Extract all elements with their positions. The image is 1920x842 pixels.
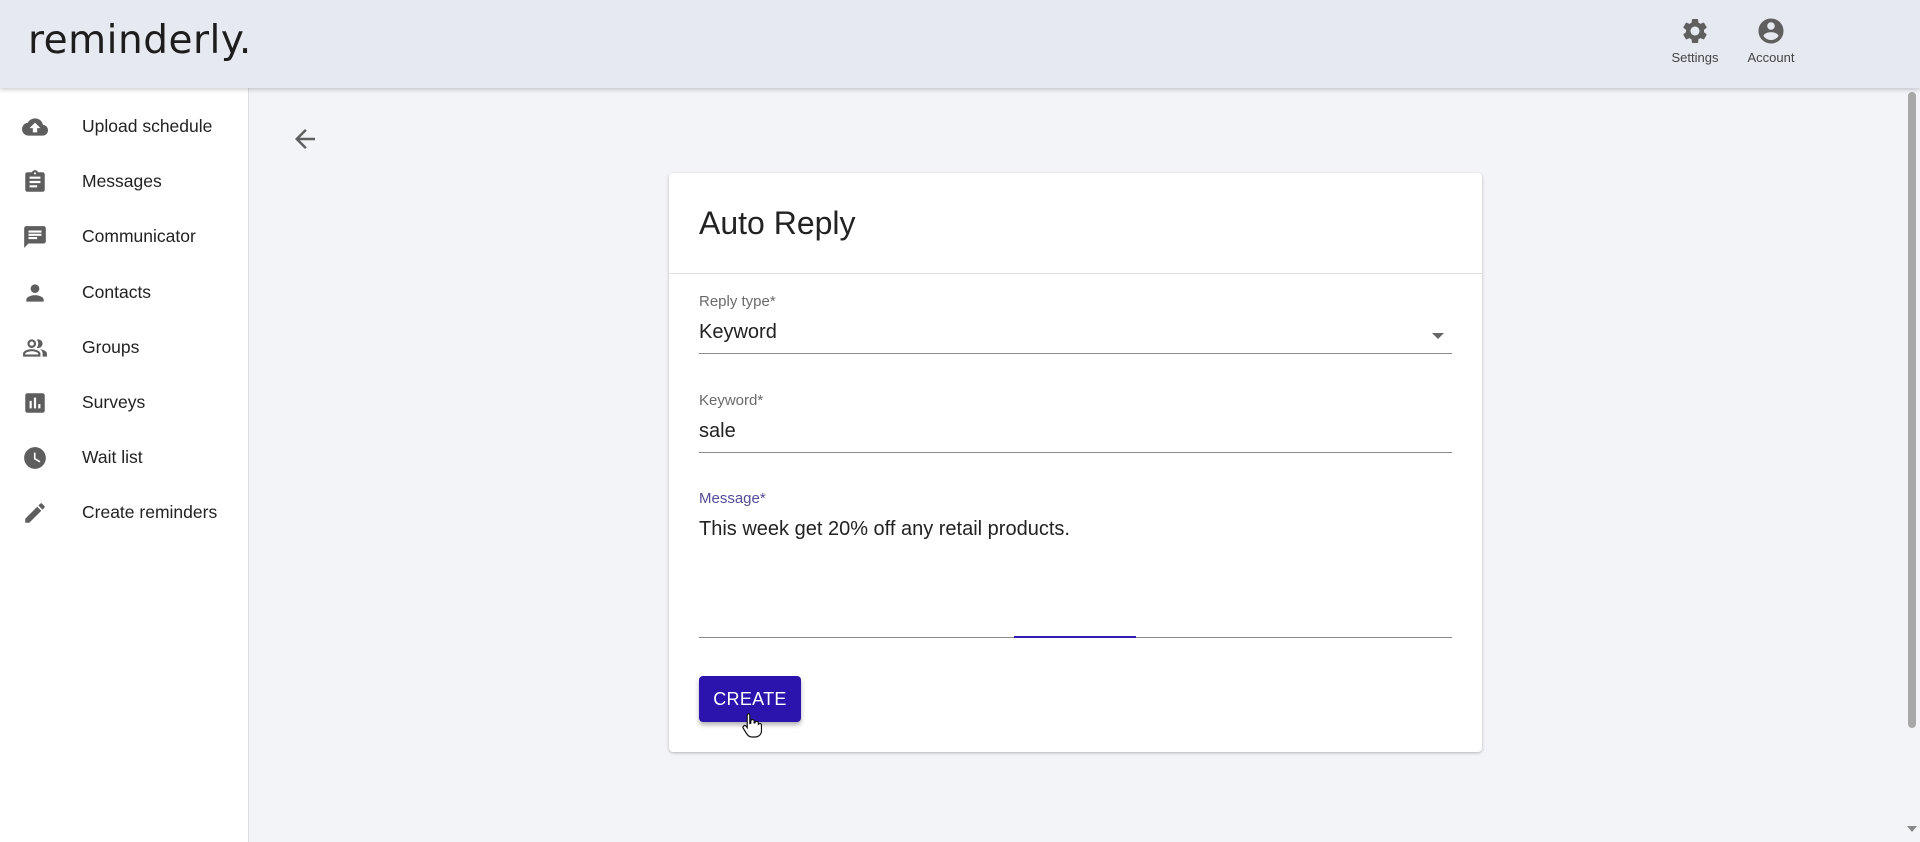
sidebar-item-messages[interactable]: Messages — [0, 154, 248, 209]
keyword-underline — [699, 452, 1452, 453]
arrow-back-icon — [295, 129, 315, 149]
sidebar-item-create-reminders[interactable]: Create reminders — [0, 485, 248, 540]
message-textarea[interactable]: This week get 20% off any retail product… — [699, 518, 1452, 633]
sidebar-item-label: Wait list — [82, 447, 143, 467]
people-icon — [23, 338, 47, 357]
page-title: Auto Reply — [699, 205, 856, 241]
sidebar-item-label: Contacts — [82, 282, 152, 302]
app-header: reminderly. Settings Account — [0, 0, 1920, 88]
sidebar-item-label: Upload schedule — [82, 116, 213, 136]
scroll-down-arrow-icon[interactable] — [1907, 826, 1917, 832]
back-button[interactable] — [290, 124, 320, 154]
sidebar-item-groups[interactable]: Groups — [0, 320, 248, 375]
cloud-upload-icon — [22, 117, 48, 136]
settings-button[interactable]: Settings — [1660, 16, 1730, 65]
sidebar: Upload schedule Messages Communicator Co… — [0, 88, 249, 842]
reply-type-label: Reply type* — [699, 293, 776, 310]
sidebar-item-label: Groups — [82, 337, 140, 357]
sidebar-item-label: Communicator — [82, 226, 196, 246]
reply-type-select[interactable]: Keyword — [699, 321, 1452, 351]
keyword-label: Keyword* — [699, 392, 764, 409]
sidebar-item-label: Surveys — [82, 392, 146, 412]
account-circle-icon — [1758, 18, 1784, 44]
sidebar-item-communicator[interactable]: Communicator — [0, 209, 248, 264]
clock-icon — [24, 446, 46, 469]
auto-reply-card: Auto Reply Reply type* Keyword Keyword* … — [669, 173, 1482, 752]
dropdown-caret-icon[interactable] — [1432, 333, 1444, 339]
sidebar-item-upload-schedule[interactable]: Upload schedule — [0, 99, 248, 154]
card-divider — [669, 273, 1482, 274]
reply-type-underline — [699, 353, 1452, 354]
message-label: Message* — [699, 490, 766, 507]
message-focus-indicator — [1014, 636, 1136, 638]
scrollbar-thumb[interactable] — [1908, 92, 1916, 728]
app-logo[interactable]: reminderly. — [28, 18, 252, 63]
page-scrollbar[interactable] — [1903, 88, 1920, 842]
sidebar-item-label: Create reminders — [82, 502, 218, 522]
hand-cursor-icon — [742, 712, 762, 738]
sidebar-item-label: Messages — [82, 171, 162, 191]
sidebar-item-surveys[interactable]: Surveys — [0, 375, 248, 430]
gear-icon — [1683, 18, 1707, 43]
pencil-icon — [25, 502, 45, 523]
sidebar-item-wait-list[interactable]: Wait list — [0, 430, 248, 485]
account-button[interactable]: Account — [1736, 16, 1806, 65]
settings-label: Settings — [1671, 50, 1719, 65]
sidebar-item-contacts[interactable]: Contacts — [0, 265, 248, 320]
clipboard-icon — [25, 169, 45, 192]
person-icon — [26, 283, 44, 302]
bar-chart-icon — [25, 392, 45, 413]
keyword-input[interactable]: sale — [699, 420, 1452, 450]
chat-icon — [24, 225, 46, 248]
account-label: Account — [1747, 50, 1795, 65]
